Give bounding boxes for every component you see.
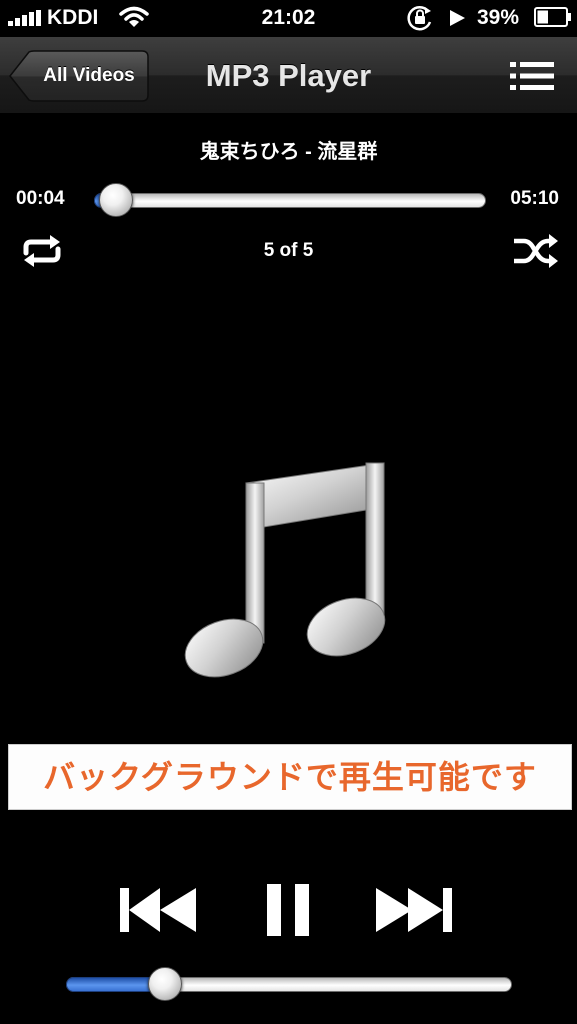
shuffle-icon[interactable]	[512, 233, 560, 269]
battery-icon	[534, 7, 571, 27]
all-videos-back-button[interactable]: All Videos	[9, 50, 149, 102]
background-playback-banner: バックグラウンドで再生可能です	[8, 744, 572, 810]
back-button-label: All Videos	[43, 65, 135, 86]
seek-slider[interactable]	[94, 183, 486, 217]
track-title: 鬼束ちひろ - 流星群	[199, 141, 378, 163]
battery-percent: 39%	[477, 6, 520, 29]
previous-track-icon[interactable]	[118, 884, 200, 936]
pause-icon[interactable]	[264, 882, 314, 938]
play-icon	[450, 10, 465, 26]
seek-thumb[interactable]	[99, 183, 133, 217]
navigation-bar: All Videos MP3 Player	[0, 37, 577, 114]
seek-track	[94, 193, 486, 208]
status-bar: KDDI 21:02 39%	[0, 0, 577, 37]
page-title: MP3 Player	[205, 58, 372, 93]
volume-thumb[interactable]	[148, 967, 182, 1001]
elapsed-time: 00:04	[16, 188, 65, 209]
music-note-icon	[184, 462, 386, 678]
volume-slider[interactable]	[66, 967, 512, 1001]
track-counter: 5 of 5	[263, 240, 314, 261]
track-duration: 05:10	[510, 188, 559, 209]
next-track-icon[interactable]	[372, 884, 454, 936]
rotation-lock-icon	[407, 6, 432, 31]
banner-text: バックグラウンドで再生可能です	[43, 758, 537, 796]
list-icon[interactable]	[508, 59, 556, 93]
